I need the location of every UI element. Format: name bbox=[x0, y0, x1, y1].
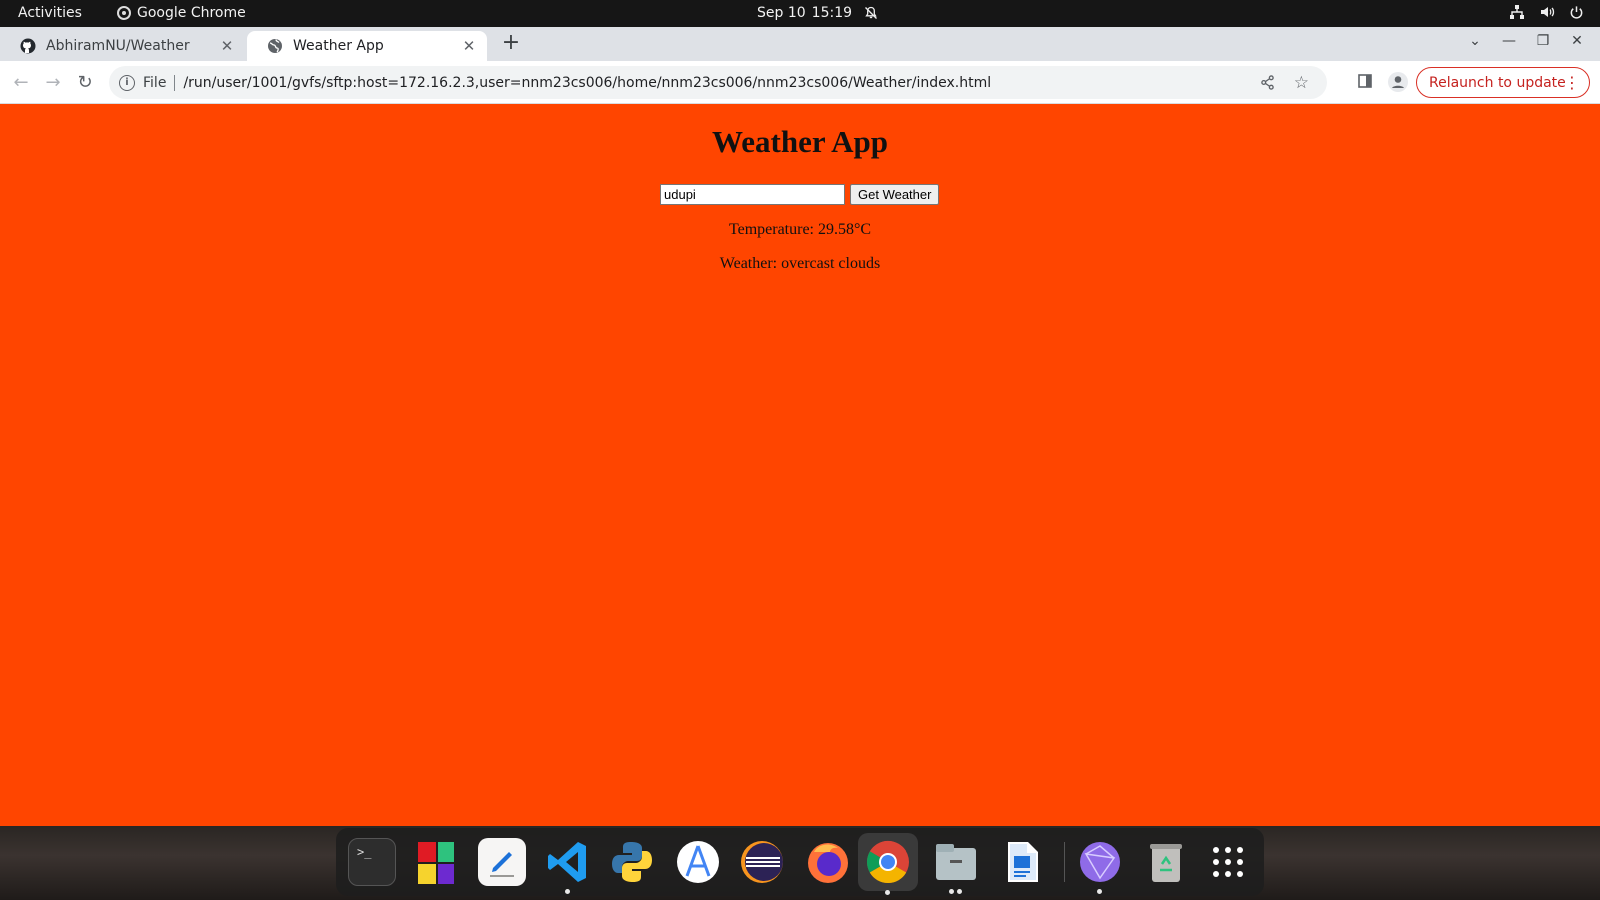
document-viewer-icon[interactable] bbox=[998, 838, 1046, 886]
forward-icon[interactable]: → bbox=[42, 72, 64, 94]
tab-title: AbhiramNU/Weather bbox=[46, 38, 190, 54]
dock-separator bbox=[1064, 842, 1065, 882]
running-indicator bbox=[957, 889, 962, 894]
android-studio-icon[interactable] bbox=[674, 838, 722, 886]
relaunch-label: Relaunch to update bbox=[1429, 74, 1566, 91]
tab-github-weather[interactable]: AbhiramNU/Weather ✕ bbox=[0, 31, 245, 61]
firefox-icon[interactable] bbox=[804, 838, 852, 886]
network-app-icon[interactable] bbox=[1076, 838, 1124, 894]
app-menu-label: Google Chrome bbox=[137, 5, 246, 21]
text-editor-icon[interactable] bbox=[478, 838, 526, 886]
notifications-off-icon bbox=[865, 6, 877, 19]
running-indicator bbox=[1097, 889, 1102, 894]
get-weather-button[interactable]: Get Weather bbox=[850, 184, 940, 205]
running-indicator bbox=[885, 890, 890, 895]
activities-button[interactable]: Activities bbox=[18, 5, 82, 21]
restore-icon[interactable]: ❐ bbox=[1526, 33, 1560, 49]
tab-weather-app[interactable]: Weather App ✕ bbox=[247, 31, 487, 61]
new-tab-button[interactable]: + bbox=[500, 32, 522, 54]
eclipse-icon[interactable] bbox=[738, 838, 786, 886]
close-window-icon[interactable]: ✕ bbox=[1560, 33, 1594, 49]
url-separator bbox=[174, 74, 176, 91]
side-panel-icon[interactable] bbox=[1357, 73, 1373, 89]
close-tab-icon[interactable]: ✕ bbox=[219, 38, 235, 54]
city-input[interactable] bbox=[660, 184, 845, 205]
relaunch-button[interactable]: Relaunch to update ⋮ bbox=[1416, 67, 1590, 98]
vscode-icon[interactable] bbox=[544, 838, 592, 894]
tab-strip: AbhiramNU/Weather ✕ Weather App ✕ bbox=[0, 27, 1600, 61]
files-icon[interactable] bbox=[932, 838, 980, 894]
browser-toolbar: ← → ↻ i File /run/user/1001/gvfs/sftp:ho… bbox=[0, 61, 1600, 104]
tab-search-icon[interactable]: ⌄ bbox=[1458, 33, 1492, 49]
clock-date: Sep 10 bbox=[757, 5, 806, 21]
tab-title: Weather App bbox=[293, 38, 384, 54]
url-scheme: File bbox=[143, 74, 167, 91]
reload-icon[interactable]: ↻ bbox=[74, 72, 96, 94]
page-title: Weather App bbox=[712, 124, 888, 159]
minimize-icon[interactable]: — bbox=[1492, 33, 1526, 49]
profile-avatar-icon[interactable] bbox=[1387, 71, 1409, 93]
address-bar[interactable]: i File /run/user/1001/gvfs/sftp:host=172… bbox=[109, 66, 1327, 99]
trash-icon[interactable] bbox=[1142, 838, 1190, 886]
clock-time: 15:19 bbox=[811, 5, 853, 21]
running-indicator bbox=[949, 889, 954, 894]
temperature-result: Temperature: 29.58°C bbox=[728, 221, 872, 238]
app-menu[interactable]: Google Chrome bbox=[117, 5, 246, 21]
system-tray[interactable] bbox=[1509, 4, 1584, 20]
site-info-icon[interactable]: i bbox=[119, 74, 135, 91]
close-tab-icon[interactable]: ✕ bbox=[461, 38, 477, 54]
menu-kebab-icon[interactable]: ⋮ bbox=[1564, 73, 1580, 92]
terminal-icon[interactable]: >_ bbox=[348, 838, 396, 886]
github-icon bbox=[20, 38, 36, 54]
running-indicator bbox=[565, 889, 570, 894]
software-center-icon[interactable] bbox=[412, 838, 460, 886]
network-wired-icon bbox=[1510, 5, 1524, 19]
share-icon[interactable] bbox=[1260, 75, 1275, 90]
window-controls: ⌄ — ❐ ✕ bbox=[1458, 33, 1594, 49]
page-content: Weather App Get Weather Temperature: 29.… bbox=[0, 104, 1600, 826]
bookmark-star-icon[interactable]: ☆ bbox=[1294, 73, 1309, 93]
system-top-bar: Activities Google Chrome Sep 10 15:19 bbox=[0, 0, 1600, 27]
weather-description: Weather: overcast clouds bbox=[719, 255, 881, 272]
power-icon bbox=[1570, 5, 1583, 19]
volume-icon bbox=[1541, 7, 1555, 17]
app-grid-icon[interactable] bbox=[1204, 838, 1252, 886]
clock[interactable]: Sep 10 15:19 bbox=[757, 5, 878, 21]
url-text[interactable]: /run/user/1001/gvfs/sftp:host=172.16.2.3… bbox=[183, 75, 991, 91]
chrome-small-icon bbox=[117, 6, 131, 20]
dock: >_ bbox=[336, 828, 1264, 896]
chrome-icon[interactable] bbox=[858, 833, 918, 895]
python-icon[interactable] bbox=[608, 838, 656, 886]
globe-icon bbox=[268, 39, 282, 53]
weather-form: Get Weather bbox=[660, 184, 940, 205]
back-icon[interactable]: ← bbox=[10, 72, 32, 94]
